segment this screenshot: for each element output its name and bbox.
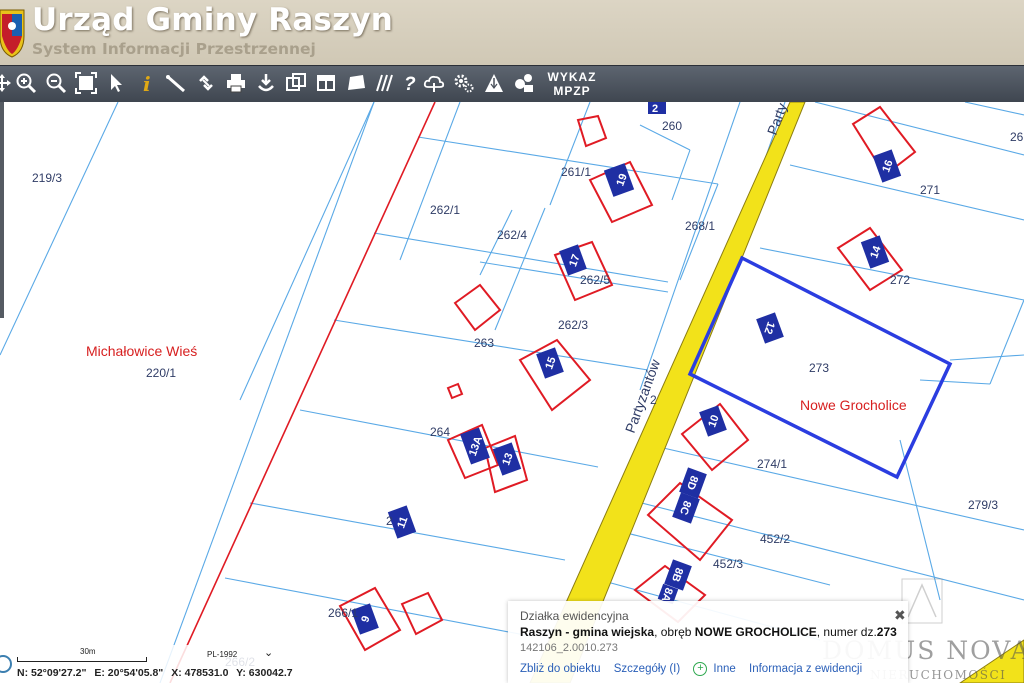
- pan-icon[interactable]: [0, 71, 14, 95]
- map-canvas[interactable]: 2 19 17 15 13A 13 11 9 16 14 12 10 8D 8C…: [0, 102, 1024, 683]
- parcel-264: 264: [430, 425, 450, 439]
- parcel-numbers: 219/3 220/1 260 261/1 262/1 262/4 262/5 …: [32, 119, 1024, 669]
- mpzp-label: MPZP: [553, 84, 591, 98]
- popup-numer: 273: [876, 625, 897, 639]
- parcel-272: 272: [890, 273, 910, 287]
- crs-select[interactable]: PL-1992: [207, 650, 237, 659]
- area-label-michalowice: Michałowice Wieś: [86, 343, 197, 359]
- road-partyzantow: [529, 102, 1024, 683]
- zoom-to-object-link[interactable]: Zbliż do obiektu: [520, 663, 601, 675]
- info-icon[interactable]: i: [134, 71, 158, 95]
- wykaz-label: WYKAZ: [547, 70, 597, 84]
- popup-gmina: Raszyn - gmina wiejska: [520, 625, 655, 639]
- popup-title: Działka ewidencyjna: [520, 609, 629, 623]
- coord-lat: N: 52°09'27.2": [17, 667, 87, 679]
- zoom-out-icon[interactable]: [44, 71, 68, 95]
- area-label-nowe-grocholice: Nowe Grocholice: [800, 397, 907, 413]
- other-link[interactable]: Inne: [713, 663, 735, 675]
- registry-info-link[interactable]: Informacja z ewidencji: [749, 663, 862, 675]
- building-12: 12: [756, 312, 784, 344]
- select-arrow-icon[interactable]: [104, 71, 128, 95]
- parcel-262-1: 262/1: [430, 203, 460, 217]
- parcel-262-4: 262/4: [497, 228, 527, 242]
- parcel-220-1: 220/1: [146, 366, 176, 380]
- parcel-266-1: 266/1: [328, 606, 358, 620]
- app-subtitle: System Informacji Przestrzennej: [32, 40, 316, 58]
- building-15: 15: [536, 347, 564, 379]
- parcel-452-3: 452/3: [713, 557, 743, 571]
- download-icon[interactable]: [254, 71, 278, 95]
- coord-x: X: 478531.0: [171, 667, 229, 679]
- cloud-icon[interactable]: [422, 71, 446, 95]
- popup-identifier: 142106_2.0010.273: [520, 642, 618, 654]
- warning-icon[interactable]: [482, 71, 506, 95]
- coat-of-arms-icon: [0, 9, 25, 58]
- parcel-279-3: 279/3: [968, 498, 998, 512]
- coordinates-readout: N: 52°09'27.2" E: 20°54'05.8" X: 478531.…: [17, 667, 298, 679]
- shape-icon[interactable]: [344, 71, 368, 95]
- parcel-263: 263: [474, 336, 494, 350]
- popup-parcel-line: Raszyn - gmina wiejska, obręb NOWE GROCH…: [520, 625, 897, 639]
- chevron-down-icon[interactable]: ⌄: [264, 646, 273, 659]
- parcel-261-1: 261/1: [561, 165, 591, 179]
- parcel-274-1: 274/1: [757, 457, 787, 471]
- svg-text:i: i: [143, 72, 151, 94]
- help-icon[interactable]: ?: [398, 71, 422, 95]
- parcel-219-3: 219/3: [32, 171, 62, 185]
- popup-links: Zbliż do obiektu Szczegóły (I) + Inne Inf…: [520, 662, 862, 676]
- parcel-262-5: 262/5: [580, 273, 610, 287]
- svg-text:2: 2: [652, 103, 658, 115]
- building-16: 16: [872, 149, 902, 183]
- close-icon[interactable]: ✖: [894, 607, 906, 624]
- palette-icon[interactable]: [512, 71, 536, 95]
- parcel-268-1: 268/1: [685, 219, 715, 233]
- parcel-271: 271: [920, 183, 940, 197]
- scale-bar: [17, 657, 147, 662]
- popup-numer-prefix: , numer dz.: [816, 625, 877, 639]
- building-17: 17: [559, 244, 587, 276]
- parcel-2: 2: [386, 514, 393, 528]
- zoom-extent-icon[interactable]: [74, 71, 98, 95]
- details-link[interactable]: Szczegóły (I): [614, 663, 680, 675]
- settings-icon[interactable]: [452, 71, 476, 95]
- parcel-boundaries: [0, 102, 1024, 683]
- parcel-452-2: 452/2: [760, 532, 790, 546]
- app-header: Urząd Gminy Raszyn System Informacji Prz…: [0, 0, 1024, 65]
- print-icon[interactable]: [224, 71, 248, 95]
- layout-icon[interactable]: [314, 71, 338, 95]
- app-title: Urząd Gminy Raszyn: [32, 2, 394, 38]
- parcel-262-3: 262/3: [558, 318, 588, 332]
- layers-icon[interactable]: [284, 71, 308, 95]
- building-14: 14: [860, 235, 890, 269]
- admin-boundary: [169, 102, 436, 683]
- building-10: 10: [699, 405, 727, 437]
- popup-obreb-prefix: , obręb: [654, 625, 695, 639]
- map-toolbar: i ? WYKAZ MPZP: [0, 65, 1024, 103]
- parcel-26: 26: [1010, 130, 1024, 144]
- parcel-273: 273: [809, 361, 829, 375]
- plus-circle-icon[interactable]: +: [693, 662, 708, 676]
- building-2-top: 2: [648, 102, 666, 115]
- link-icon[interactable]: [194, 71, 218, 95]
- coord-y: Y: 630042.7: [236, 667, 293, 679]
- measure-icon[interactable]: [164, 71, 188, 95]
- zoom-in-icon[interactable]: [14, 71, 38, 95]
- hatch-icon[interactable]: [372, 71, 396, 95]
- side-panel-edge[interactable]: [0, 102, 4, 318]
- coord-lon: E: 20°54'05.8": [94, 667, 164, 679]
- parcel-260: 260: [662, 119, 682, 133]
- parcel-info-popup: Działka ewidencyjna ✖ Raszyn - gmina wie…: [508, 601, 908, 683]
- svg-text:?: ?: [404, 74, 416, 94]
- popup-obreb: NOWE GROCHOLICE: [694, 625, 817, 639]
- scale-label: 30m: [80, 647, 96, 656]
- building-19: 19: [603, 163, 635, 197]
- wykaz-mpzp-button[interactable]: WYKAZ MPZP: [546, 70, 598, 98]
